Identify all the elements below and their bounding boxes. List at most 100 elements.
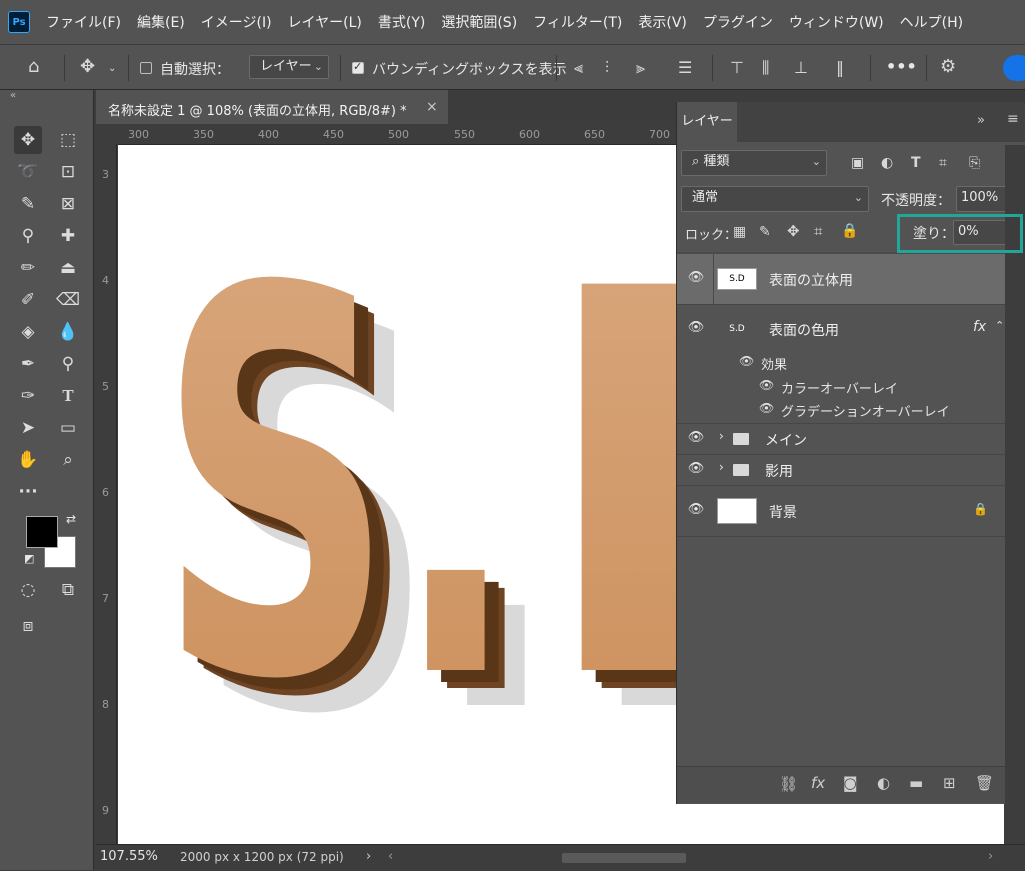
auto-select-checkbox[interactable] (140, 62, 152, 74)
eyedropper-tool-icon[interactable]: ⚲ (14, 222, 42, 250)
move-tool-icon[interactable]: ✥ (14, 126, 42, 154)
align-left-icon[interactable]: ⫷ (574, 60, 583, 76)
layer-row[interactable]: 👁 S.D 表面の立体用 (677, 254, 1007, 304)
visibility-eye-icon[interactable]: 👁 (739, 354, 754, 368)
menu-image[interactable]: イメージ(I) (201, 12, 272, 32)
visibility-eye-icon[interactable]: 👁 (759, 401, 774, 415)
effect-name[interactable]: 効果 (761, 354, 787, 373)
add-style-icon[interactable]: fx (811, 774, 825, 792)
layer-name[interactable]: メイン (765, 430, 807, 450)
visibility-eye-icon[interactable]: 👁 (687, 430, 705, 448)
filter-pixel-icon[interactable]: ▣ (851, 155, 864, 171)
move-tool-icon[interactable]: ✥ (80, 58, 95, 76)
type-tool-icon[interactable]: T (54, 382, 82, 410)
blur-tool-icon[interactable]: 💧 (54, 318, 82, 346)
menu-window[interactable]: ウィンドウ(W) (789, 12, 884, 32)
history-brush-tool-icon[interactable]: ✐ (14, 286, 42, 314)
layer-name[interactable]: 影用 (765, 461, 793, 481)
lock-position-icon[interactable]: ✥ (787, 223, 800, 239)
home-icon[interactable]: ⌂ (28, 58, 39, 76)
distribute-vertical-icon[interactable]: ☰ (678, 60, 692, 76)
menu-view[interactable]: 表示(V) (638, 12, 687, 32)
chevron-up-icon[interactable]: ⌃ (995, 319, 1004, 332)
document-info[interactable]: 2000 px x 1200 px (72 ppi) (180, 850, 344, 864)
horizontal-scrollbar-thumb[interactable] (562, 853, 686, 863)
lock-artboard-icon[interactable]: ⌗ (814, 223, 822, 239)
chevron-right-icon[interactable]: › (366, 849, 371, 864)
marquee-tool-icon[interactable]: ⬚ (54, 126, 82, 154)
lock-all-icon[interactable]: 🔒 (841, 223, 858, 239)
default-colors-icon[interactable]: ◩ (24, 552, 34, 565)
quick-mask-icon[interactable]: ◌ (14, 576, 42, 604)
menu-layer[interactable]: レイヤー(L) (288, 12, 362, 32)
filter-shape-icon[interactable]: ⌗ (939, 155, 947, 171)
blend-mode-dropdown[interactable]: 通常 ⌄ (681, 186, 869, 212)
eraser-tool-icon[interactable]: ⌫ (54, 286, 82, 314)
lock-transparent-icon[interactable]: ▦ (733, 224, 746, 240)
chevron-right-icon[interactable]: › (719, 429, 724, 443)
zoom-tool-icon[interactable]: ⌕ (54, 446, 82, 474)
chevron-right-icon[interactable]: › (719, 460, 724, 474)
effect-name[interactable]: カラーオーバーレイ (781, 378, 898, 397)
align-vertical-center-icon[interactable]: ⫼ (762, 60, 769, 76)
pen-tool-icon[interactable]: ✑ (14, 382, 42, 410)
object-select-tool-icon[interactable]: ⊡ (54, 158, 82, 186)
tab-layers[interactable]: レイヤー (677, 102, 737, 142)
layer-group-row[interactable]: 👁 › 影用 (677, 455, 1007, 485)
edit-toolbar-icon[interactable]: ··· (14, 478, 42, 506)
visibility-eye-icon[interactable]: 👁 (759, 378, 774, 392)
frame-tool-icon[interactable]: ⊠ (54, 190, 82, 218)
menu-select[interactable]: 選択範囲(S) (441, 12, 517, 32)
rectangle-tool-icon[interactable]: ▭ (54, 414, 82, 442)
new-group-icon[interactable]: ▬ (909, 774, 923, 792)
close-icon[interactable]: × (426, 99, 438, 115)
add-mask-icon[interactable]: ◙ (843, 774, 858, 792)
foreground-color-swatch[interactable] (26, 516, 58, 548)
align-right-icon[interactable]: ⫸ (636, 60, 645, 76)
gear-icon[interactable]: ⚙ (940, 58, 956, 76)
lasso-tool-icon[interactable]: ➰ (14, 158, 42, 186)
align-top-icon[interactable]: ⊤ (730, 60, 744, 76)
paint-bucket-tool-icon[interactable]: ◈ (14, 318, 42, 346)
layer-name[interactable]: 表面の立体用 (769, 270, 853, 290)
stamp-tool-icon[interactable]: ⏏ (54, 254, 82, 282)
crop-tool-icon[interactable]: ✎ (14, 190, 42, 218)
hand-tool-icon[interactable]: ✋ (14, 446, 42, 474)
filter-type-icon[interactable]: T (911, 155, 921, 171)
screen-mode-icon[interactable]: ⧉ (54, 576, 82, 604)
healing-brush-tool-icon[interactable]: ✚ (54, 222, 82, 250)
swap-colors-icon[interactable]: ⇄ (66, 512, 76, 526)
link-layers-icon[interactable]: ⛓ (779, 775, 798, 793)
menu-filter[interactable]: フィルター(T) (533, 12, 622, 32)
layer-name[interactable]: 表面の色用 (769, 320, 839, 340)
collapse-icon[interactable]: « (10, 90, 16, 101)
generative-icon[interactable]: ⧈ (14, 612, 42, 640)
visibility-eye-icon[interactable]: 👁 (687, 320, 705, 338)
menu-plugins[interactable]: プラグイン (703, 12, 773, 32)
adjustment-layer-icon[interactable]: ◐ (877, 774, 890, 792)
chevron-down-icon[interactable]: ⌄ (108, 61, 116, 77)
path-select-tool-icon[interactable]: ➤ (14, 414, 42, 442)
scroll-left-icon[interactable]: ‹ (388, 849, 393, 864)
layer-row[interactable]: 👁 背景 🔒 (677, 486, 1007, 536)
distribute-horizontal-icon[interactable]: ‖ (836, 60, 844, 76)
menu-type[interactable]: 書式(Y) (378, 12, 425, 32)
more-options-icon[interactable]: ••• (886, 57, 917, 76)
visibility-eye-icon[interactable]: 👁 (687, 270, 705, 288)
layer-group-row[interactable]: 👁 › メイン (677, 424, 1007, 454)
visibility-eye-icon[interactable]: 👁 (687, 461, 705, 479)
filter-adjustment-icon[interactable]: ◐ (881, 155, 893, 171)
document-tab[interactable]: 名称未設定 1 @ 108% (表面の立体用, RGB/8#) * × (96, 90, 448, 124)
visibility-eye-icon[interactable]: 👁 (687, 502, 705, 520)
delete-layer-icon[interactable]: 🗑 (975, 774, 994, 792)
brush-tool-icon[interactable]: ✏ (14, 254, 42, 282)
menu-help[interactable]: ヘルプ(H) (900, 12, 963, 32)
collapse-panel-icon[interactable]: » (977, 113, 985, 128)
zoom-level[interactable]: 107.55% (100, 849, 158, 864)
lock-image-icon[interactable]: ✎ (759, 224, 771, 240)
fx-icon[interactable]: fx (973, 319, 986, 335)
bounding-box-checkbox[interactable] (352, 60, 364, 74)
share-button[interactable] (1003, 55, 1025, 81)
menu-file[interactable]: ファイル(F) (46, 12, 121, 32)
align-horizontal-center-icon[interactable]: ⫶ (605, 60, 609, 76)
